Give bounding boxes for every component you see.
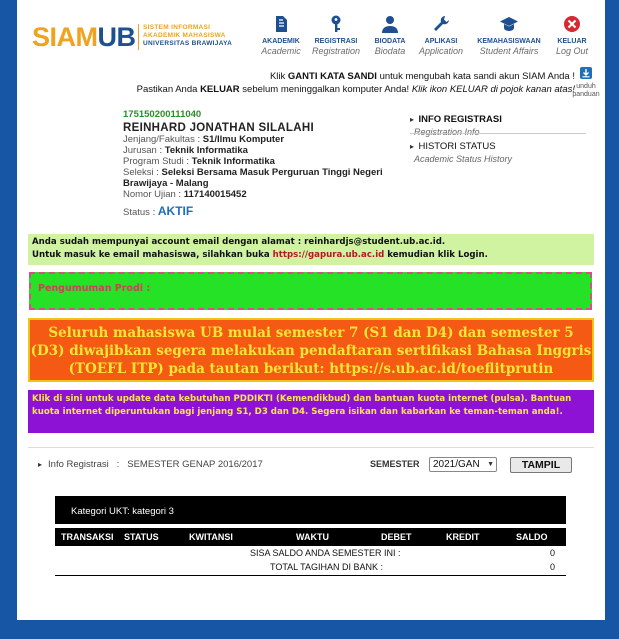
nomor-ujian-row: Nomor Ujian : 117140015452	[123, 189, 247, 200]
table-bottom-border	[55, 575, 566, 576]
nav-akademik[interactable]: AKADEMIK Academic	[257, 14, 305, 60]
close-circle-icon	[564, 16, 580, 32]
toefl-announcement[interactable]: Seluruh mahasiswa UB mulai semester 7 (S…	[28, 318, 594, 382]
pengumuman-prodi-box: Pengumuman Prodi :	[29, 272, 592, 310]
pddikti-update-link[interactable]: Klik di sini untuk update data kebutuhan…	[28, 390, 594, 433]
side-item-histori-status[interactable]: ▸ HISTORI STATUS Academic Status History	[410, 136, 512, 164]
chevron-down-icon: ▼	[487, 461, 494, 468]
main-page: SIAMUB SISTEM INFORMASI AKADEMIK MAHASIS…	[17, 0, 605, 620]
divider	[28, 447, 594, 448]
wrench-icon	[434, 16, 449, 31]
jenjang-row: Jenjang/Fakultas : S1/Ilmu Komputer	[123, 134, 285, 145]
status-badge: AKTIF	[157, 204, 194, 218]
info-registrasi: ▸ Info Registrasi : SEMESTER GENAP 2016/2…	[38, 459, 263, 470]
jurusan-row: Jurusan : Teknik Informatika	[123, 145, 248, 156]
prodi-row: Program Studi : Teknik Informatika	[123, 156, 275, 167]
person-icon	[382, 16, 398, 33]
transaction-table-header: TRANSAKSI STATUS KWITANSI WAKTU DEBET KR…	[55, 528, 566, 546]
student-nim: 175150200111040	[123, 109, 202, 120]
ukt-category: Kategori UKT: kategori 3	[55, 496, 566, 524]
sisa-saldo-label: SISA SALDO ANDA SEMESTER INI :	[250, 548, 401, 558]
logo-subtitle: SISTEM INFORMASI AKADEMIK MAHASISWA UNIV…	[143, 24, 233, 47]
nav-keluar[interactable]: KELUAR Log Out	[551, 14, 593, 60]
nav-registrasi[interactable]: REGISTRASI Registration	[309, 14, 363, 60]
email-info-box: Anda sudah mempunyai account email denga…	[28, 234, 594, 265]
total-tagihan-value: 0	[550, 562, 556, 572]
logo-divider	[138, 24, 139, 50]
arrow-right-icon: ▸	[38, 460, 43, 469]
siamub-logo[interactable]: SIAMUB	[32, 22, 136, 53]
seleksi-row: Seleksi : Seleksi Bersama Masuk Pergurua…	[123, 167, 383, 178]
student-profile: 175150200111040 REINHARD JONATHAN SILALA…	[123, 109, 383, 218]
logout-notice: Klik GANTI KATA SANDI untuk mengubah kat…	[136, 71, 575, 95]
divider	[410, 133, 586, 134]
header: SIAMUB SISTEM INFORMASI AKADEMIK MAHASIS…	[17, 0, 605, 66]
nav-aplikasi[interactable]: APLIKASI Application	[417, 14, 465, 60]
arrow-right-icon: ▸	[410, 142, 415, 151]
semester-select[interactable]: 2021/GAN ▼	[429, 457, 497, 472]
arrow-right-icon: ▸	[410, 115, 415, 124]
unduh-panduan-button[interactable]: unduh panduan	[569, 66, 603, 99]
student-name: REINHARD JONATHAN SILALAHI	[123, 122, 314, 134]
status-row: Status : AKTIF	[123, 204, 194, 218]
semester-label: SEMESTER	[370, 459, 420, 469]
gapura-link[interactable]: https://gapura.ub.ac.id	[273, 250, 385, 260]
document-icon	[276, 16, 287, 32]
key-icon	[331, 15, 341, 32]
download-icon	[580, 67, 592, 79]
sisa-saldo-value: 0	[550, 548, 556, 558]
nav-biodata[interactable]: BIODATA Biodata	[368, 14, 412, 60]
nav-kemahasiswaan[interactable]: KEMAHASISWAAN Student Affairs	[471, 14, 547, 60]
total-tagihan-label: TOTAL TAGIHAN DI BANK :	[270, 562, 384, 572]
graduation-cap-icon	[500, 17, 518, 31]
tampil-button[interactable]: TAMPIL	[510, 457, 572, 473]
ganti-kata-sandi-link[interactable]: GANTI KATA SANDI	[288, 71, 377, 82]
